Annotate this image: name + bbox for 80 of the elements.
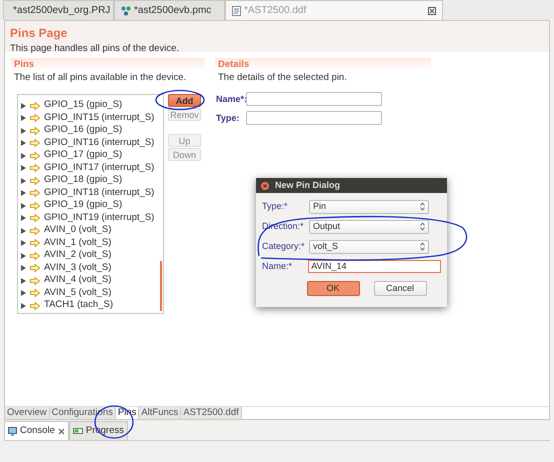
dropdown-value: Output bbox=[313, 220, 340, 233]
section-description: The list of all pins available in the device. bbox=[13, 71, 188, 85]
dropdown[interactable]: Pin bbox=[309, 200, 429, 214]
view-label: Console bbox=[20, 424, 55, 438]
expand-caret-icon[interactable] bbox=[21, 215, 26, 221]
page-tab[interactable]: AST2500.ddf bbox=[181, 407, 242, 419]
dropdown[interactable]: Output bbox=[309, 220, 429, 234]
expand-caret-icon[interactable] bbox=[21, 152, 26, 158]
expand-caret-icon[interactable] bbox=[21, 165, 26, 171]
tab-label: *ast2500evb.pmc bbox=[134, 4, 212, 18]
view-tab[interactable]: Console bbox=[4, 421, 69, 440]
expand-caret-icon[interactable] bbox=[21, 228, 26, 234]
dialog-title: New Pin Dialog bbox=[275, 178, 340, 192]
pin-item[interactable]: AVIN_3 (volt_S) bbox=[44, 260, 112, 276]
expand-caret-icon[interactable] bbox=[21, 115, 26, 121]
input-field[interactable]: AVIN_14 bbox=[308, 260, 441, 273]
expand-caret-icon[interactable] bbox=[21, 202, 26, 208]
pin-item[interactable]: AVIN_5 (volt_S) bbox=[44, 286, 112, 300]
page-tab[interactable]: AltFuncs bbox=[139, 407, 182, 419]
pin-item[interactable]: GPIO_16 (gpio_S) bbox=[44, 123, 122, 138]
pin-item[interactable]: AVIN_4 (volt_S) bbox=[44, 273, 112, 288]
close-icon[interactable] bbox=[261, 182, 269, 190]
dropdown-value: volt_S bbox=[313, 240, 338, 253]
section-description: The details of the selected pin. bbox=[217, 71, 348, 85]
expand-caret-icon[interactable] bbox=[21, 302, 26, 308]
expand-caret-icon[interactable] bbox=[21, 178, 26, 184]
expand-caret-icon[interactable] bbox=[21, 290, 26, 296]
pin-item[interactable]: GPIO_INT18 (interrupt_S) bbox=[44, 186, 154, 200]
tab-label: *ast2500evb_org.PRJ bbox=[13, 4, 110, 18]
pin-item[interactable]: GPIO_18 (gpio_S) bbox=[44, 173, 122, 188]
expand-caret-icon[interactable] bbox=[21, 140, 26, 146]
field-label: Name:* bbox=[262, 260, 294, 273]
document-icon bbox=[232, 6, 241, 16]
pin-item[interactable]: GPIO_INT17 (interrupt_S) bbox=[44, 160, 154, 176]
progress-icon bbox=[72, 427, 83, 435]
pin-item[interactable]: GPIO_INT15 (interrupt_S) bbox=[44, 110, 154, 126]
expand-caret-icon[interactable] bbox=[21, 190, 26, 196]
section-header: Details bbox=[215, 58, 431, 71]
nodes-icon bbox=[121, 6, 131, 16]
field-label: Type: bbox=[216, 112, 240, 125]
page-tab[interactable]: Overview bbox=[5, 407, 50, 419]
input-field[interactable] bbox=[246, 92, 382, 106]
close-icon[interactable] bbox=[428, 6, 436, 14]
pin-item[interactable]: GPIO_17 (gpio_S) bbox=[44, 148, 122, 163]
dialog-button[interactable]: Cancel bbox=[374, 281, 426, 296]
section-header: Pins bbox=[11, 58, 205, 71]
field-label: Name*: bbox=[216, 92, 246, 106]
field-label: Category:* bbox=[262, 240, 306, 253]
dropdown-value: Pin bbox=[313, 200, 326, 213]
page-description: This page handles all pins of the device. bbox=[10, 42, 180, 56]
expand-caret-icon[interactable] bbox=[21, 128, 26, 134]
pin-item[interactable]: GPIO_19 (gpio_S) bbox=[44, 198, 122, 213]
expand-caret-icon[interactable] bbox=[21, 252, 26, 258]
editor-tab[interactable]: *ast2500evb_org.PRJ bbox=[3, 0, 114, 20]
dialog-button[interactable]: OK bbox=[306, 281, 360, 296]
list-button[interactable]: Add bbox=[168, 94, 201, 108]
pin-item[interactable]: GPIO_15 (gpio_S) bbox=[44, 98, 122, 113]
spinner-icon bbox=[420, 242, 425, 251]
input-field[interactable] bbox=[246, 111, 382, 126]
expand-caret-icon[interactable] bbox=[21, 265, 26, 271]
expand-caret-icon[interactable] bbox=[21, 240, 26, 246]
monitor-icon bbox=[8, 426, 17, 436]
pin-item[interactable]: GPIO_INT16 (interrupt_S) bbox=[44, 136, 154, 150]
close-icon[interactable] bbox=[58, 428, 65, 434]
spinner-icon bbox=[420, 222, 425, 231]
field-label: Type:* bbox=[262, 200, 289, 213]
expand-caret-icon[interactable] bbox=[21, 278, 26, 284]
annotation-circle bbox=[154, 89, 206, 111]
page-title: Pins Page bbox=[10, 25, 68, 42]
dropdown[interactable]: volt_S bbox=[309, 240, 429, 254]
expand-caret-icon[interactable] bbox=[21, 102, 26, 108]
spinner-icon bbox=[420, 202, 425, 211]
pin-item[interactable]: TACH1 (tach_S) bbox=[44, 298, 113, 313]
pin-item[interactable]: AVIN_0 (volt_S) bbox=[44, 223, 112, 238]
pin-item[interactable]: AVIN_1 (volt_S) bbox=[44, 236, 112, 250]
scrollbar[interactable] bbox=[160, 261, 162, 312]
tab-label: *AST2500.ddf bbox=[244, 4, 306, 18]
pin-item[interactable]: AVIN_2 (volt_S) bbox=[44, 248, 112, 263]
pin-item[interactable]: GPIO_INT19 (interrupt_S) bbox=[44, 210, 154, 226]
editor-tab[interactable]: *ast2500evb.pmc bbox=[114, 0, 225, 20]
